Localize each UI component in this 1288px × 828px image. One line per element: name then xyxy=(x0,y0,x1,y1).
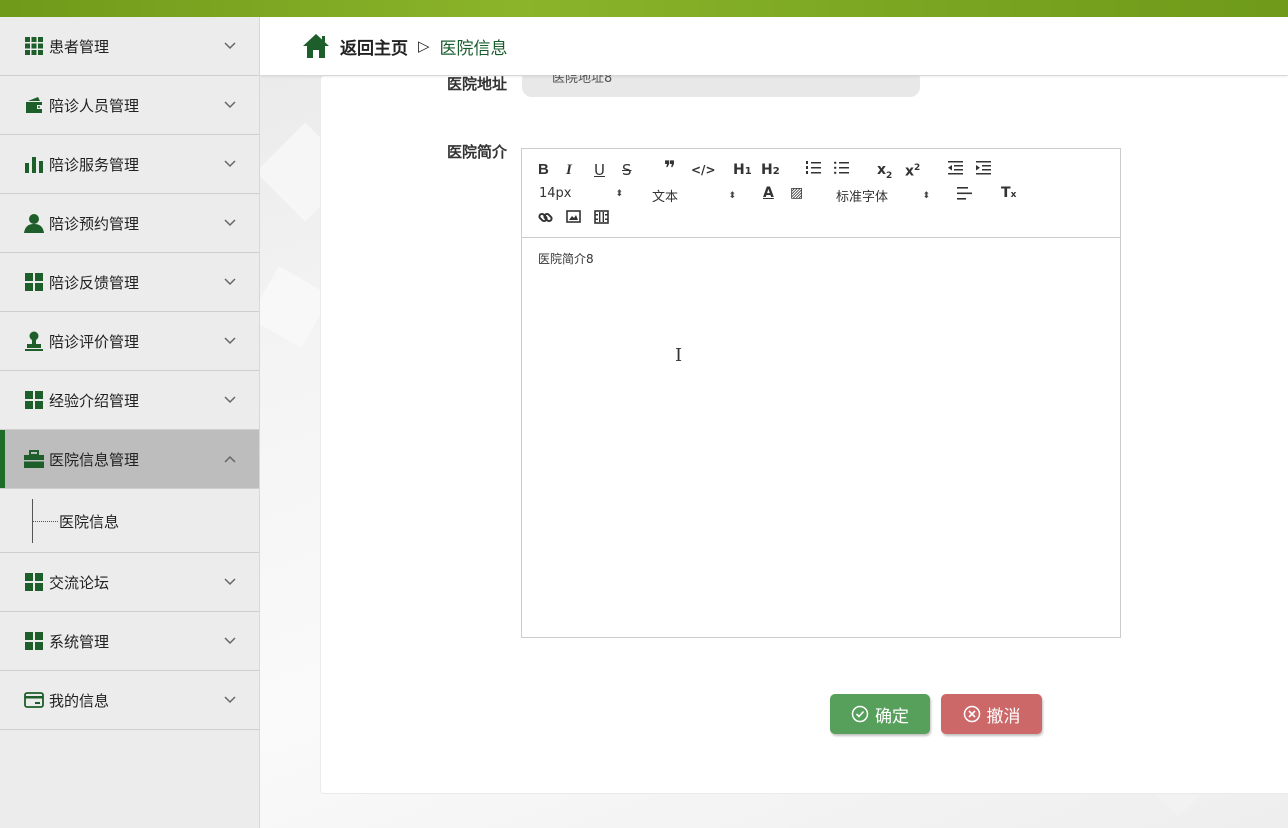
intro-label: 医院简介 xyxy=(447,143,508,161)
chevron-up-icon xyxy=(223,452,237,466)
rich-text-editor: B I U S ❞ </> H1 H2 x2 x2 14px ⬍ 文本 ⬍ A … xyxy=(521,148,1121,638)
breadcrumb-home-link[interactable]: 返回主页 xyxy=(340,34,408,59)
sidebar-item-label: 系统管理 xyxy=(49,632,110,651)
link-icon[interactable] xyxy=(538,210,553,230)
bold-button[interactable]: B xyxy=(538,162,549,178)
sidebar-item-system[interactable]: 系统管理 xyxy=(0,612,259,671)
wallet-icon xyxy=(24,95,44,115)
chevron-down-icon xyxy=(223,216,237,230)
editor-toolbar: B I U S ❞ </> H1 H2 x2 x2 14px ⬍ 文本 ⬍ A … xyxy=(522,149,1120,238)
sidebar-item-label: 陪诊反馈管理 xyxy=(49,273,140,292)
heading2-button[interactable]: H2 xyxy=(761,162,780,180)
main-content: 返回主页 ▷ 医院信息 医院地址 医院地址8 医院简介 B I U S ❞ </… xyxy=(260,17,1288,828)
code-block-icon[interactable]: </> xyxy=(691,162,716,178)
select-arrow-icon: ⬍ xyxy=(922,190,930,201)
chevron-down-icon xyxy=(223,157,237,171)
apps-icon xyxy=(24,572,44,592)
header-select-value: 文本 xyxy=(652,190,679,205)
home-icon[interactable] xyxy=(302,33,330,59)
strike-button[interactable]: S xyxy=(622,162,632,178)
sidebar-item-hospital-info[interactable]: 医院信息管理 xyxy=(0,430,259,489)
cancel-button[interactable]: 撤消 xyxy=(941,694,1042,734)
font-size-value: 14px xyxy=(539,186,572,201)
sidebar-item-experience[interactable]: 经验介绍管理 xyxy=(0,371,259,430)
chevron-down-icon xyxy=(223,693,237,707)
chevron-down-icon xyxy=(223,39,237,53)
video-icon[interactable] xyxy=(594,210,609,229)
check-circle-icon xyxy=(851,705,869,723)
chevron-down-icon xyxy=(223,634,237,648)
tree-line xyxy=(32,521,58,522)
apps-icon xyxy=(24,272,44,292)
header-select[interactable]: 文本 ⬍ xyxy=(652,186,736,205)
sidebar-item-label: 经验介绍管理 xyxy=(49,391,140,410)
sidebar-item-label: 陪诊服务管理 xyxy=(49,155,140,174)
sidebar-item-forum[interactable]: 交流论坛 xyxy=(0,553,259,612)
subscript-button[interactable]: x2 xyxy=(877,162,892,184)
italic-button[interactable]: I xyxy=(566,162,572,178)
font-color-icon[interactable]: A xyxy=(763,185,774,201)
sidebar-submenu: 医院信息 xyxy=(0,489,259,553)
heading1-button[interactable]: H1 xyxy=(733,162,752,180)
font-family-select[interactable]: 标准字体 ⬍ xyxy=(836,186,930,205)
background-color-icon[interactable]: ▨ xyxy=(790,185,803,201)
card-icon xyxy=(24,690,44,710)
breadcrumb-separator: ▷ xyxy=(418,37,430,55)
sidebar-item-appointment[interactable]: 陪诊预约管理 xyxy=(0,194,259,253)
grid-icon xyxy=(24,36,44,56)
font-size-select[interactable]: 14px ⬍ xyxy=(539,186,623,201)
close-circle-icon xyxy=(963,705,981,723)
apps-icon xyxy=(24,631,44,651)
outdent-icon[interactable] xyxy=(948,161,963,180)
breadcrumb: 返回主页 ▷ 医院信息 xyxy=(260,17,1288,75)
chevron-down-icon xyxy=(223,334,237,348)
text-cursor-icon: I xyxy=(675,345,683,366)
blockquote-icon[interactable]: ❞ xyxy=(664,158,676,178)
editor-content[interactable]: 医院简介8 xyxy=(522,238,1120,279)
cancel-button-label: 撤消 xyxy=(986,706,1021,727)
sidebar-item-review[interactable]: 陪诊评价管理 xyxy=(0,312,259,371)
top-banner xyxy=(0,0,1288,17)
sidebar: 患者管理 陪诊人员管理 陪诊服务管理 陪诊预约管理 陪诊反馈管理 陪诊评价管理 … xyxy=(0,17,260,828)
indent-icon[interactable] xyxy=(976,161,991,180)
chevron-down-icon xyxy=(223,393,237,407)
sidebar-item-label: 我的信息 xyxy=(49,691,110,710)
apps-icon xyxy=(24,390,44,410)
stamp-icon xyxy=(24,331,44,351)
ordered-list-icon[interactable] xyxy=(806,161,821,180)
address-label: 医院地址 xyxy=(447,75,508,93)
sidebar-item-feedback[interactable]: 陪诊反馈管理 xyxy=(0,253,259,312)
sidebar-item-label: 陪诊评价管理 xyxy=(49,332,140,351)
bullet-list-icon[interactable] xyxy=(834,161,849,180)
confirm-button[interactable]: 确定 xyxy=(830,694,930,734)
underline-button[interactable]: U xyxy=(594,162,605,178)
briefcase-icon xyxy=(24,449,44,469)
sidebar-item-my-info[interactable]: 我的信息 xyxy=(0,671,259,730)
chevron-down-icon xyxy=(223,275,237,289)
sidebar-item-companion-staff[interactable]: 陪诊人员管理 xyxy=(0,76,259,135)
bar-chart-icon xyxy=(24,154,44,174)
clear-format-icon[interactable]: Tx xyxy=(1001,185,1016,203)
sidebar-item-patient[interactable]: 患者管理 xyxy=(0,17,259,76)
breadcrumb-current: 医院信息 xyxy=(439,38,508,59)
align-left-icon[interactable] xyxy=(957,187,972,205)
sidebar-item-label: 交流论坛 xyxy=(49,573,110,592)
select-arrow-icon: ⬍ xyxy=(615,188,623,199)
image-icon[interactable] xyxy=(566,210,581,228)
chevron-down-icon xyxy=(223,575,237,589)
superscript-button[interactable]: x2 xyxy=(905,160,920,180)
sidebar-item-label: 陪诊预约管理 xyxy=(49,214,140,233)
sidebar-item-companion-service[interactable]: 陪诊服务管理 xyxy=(0,135,259,194)
sidebar-item-label: 陪诊人员管理 xyxy=(49,96,140,115)
chevron-down-icon xyxy=(223,98,237,112)
sidebar-item-label: 患者管理 xyxy=(49,37,110,56)
sidebar-subitem-hospital-info[interactable]: 医院信息 xyxy=(59,511,119,532)
font-family-value: 标准字体 xyxy=(836,190,889,205)
select-arrow-icon: ⬍ xyxy=(728,190,736,201)
sidebar-item-label: 医院信息管理 xyxy=(49,450,140,469)
confirm-button-label: 确定 xyxy=(875,706,909,727)
user-icon xyxy=(24,213,44,233)
